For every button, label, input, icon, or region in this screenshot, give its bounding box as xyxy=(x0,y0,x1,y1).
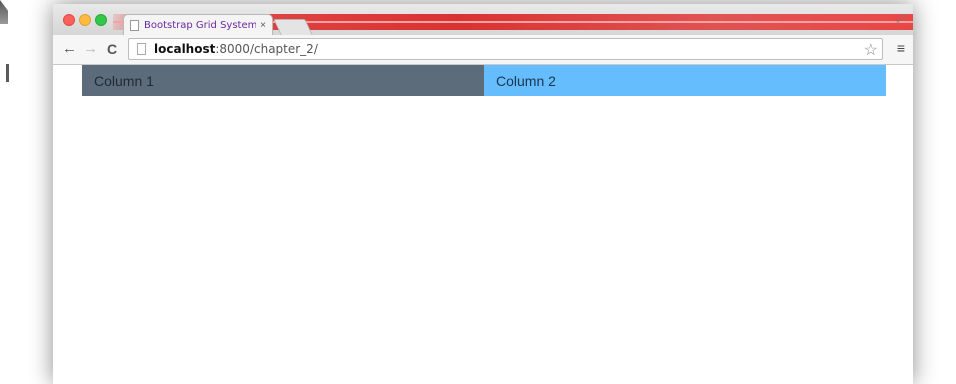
page-viewport: Column 1 Column 2 xyxy=(53,65,913,384)
title-bar: Bootstrap Grid Systems × ⤢ xyxy=(53,4,913,35)
minimize-window-button[interactable] xyxy=(79,14,91,26)
close-window-button[interactable] xyxy=(63,14,75,26)
forward-arrow-icon[interactable]: → xyxy=(83,40,98,58)
url-host: localhost xyxy=(154,42,216,56)
zoom-window-button[interactable] xyxy=(95,14,107,26)
grid-column-2: Column 2 xyxy=(484,65,886,96)
background-artifact xyxy=(0,0,8,24)
back-arrow-icon[interactable]: ← xyxy=(62,40,77,58)
tab-title: Bootstrap Grid Systems xyxy=(144,19,257,31)
reload-icon[interactable]: C xyxy=(107,40,117,58)
menu-icon[interactable]: ≡ xyxy=(897,40,905,56)
browser-toolbar: ← → C localhost:8000/chapter_2/ ☆ ≡ xyxy=(53,35,913,65)
grid-row: Column 1 Column 2 xyxy=(82,65,886,96)
page-icon xyxy=(130,19,139,31)
column-label: Column 1 xyxy=(94,72,154,89)
background-artifact xyxy=(6,64,9,82)
address-bar[interactable]: localhost:8000/chapter_2/ ☆ xyxy=(128,38,883,60)
bookmark-star-icon[interactable]: ☆ xyxy=(864,40,878,60)
close-tab-icon[interactable]: × xyxy=(260,20,266,31)
browser-tab[interactable]: Bootstrap Grid Systems × xyxy=(123,14,273,35)
page-icon xyxy=(137,43,146,55)
new-tab-button[interactable] xyxy=(273,19,313,35)
url-path: :8000/chapter_2/ xyxy=(215,42,318,56)
browser-window: Bootstrap Grid Systems × ⤢ ← → C localho… xyxy=(53,4,913,384)
grid-column-1: Column 1 xyxy=(82,65,484,96)
fullscreen-icon[interactable]: ⤢ xyxy=(896,13,905,26)
column-label: Column 2 xyxy=(496,72,556,89)
url-text[interactable]: localhost:8000/chapter_2/ xyxy=(154,42,318,56)
